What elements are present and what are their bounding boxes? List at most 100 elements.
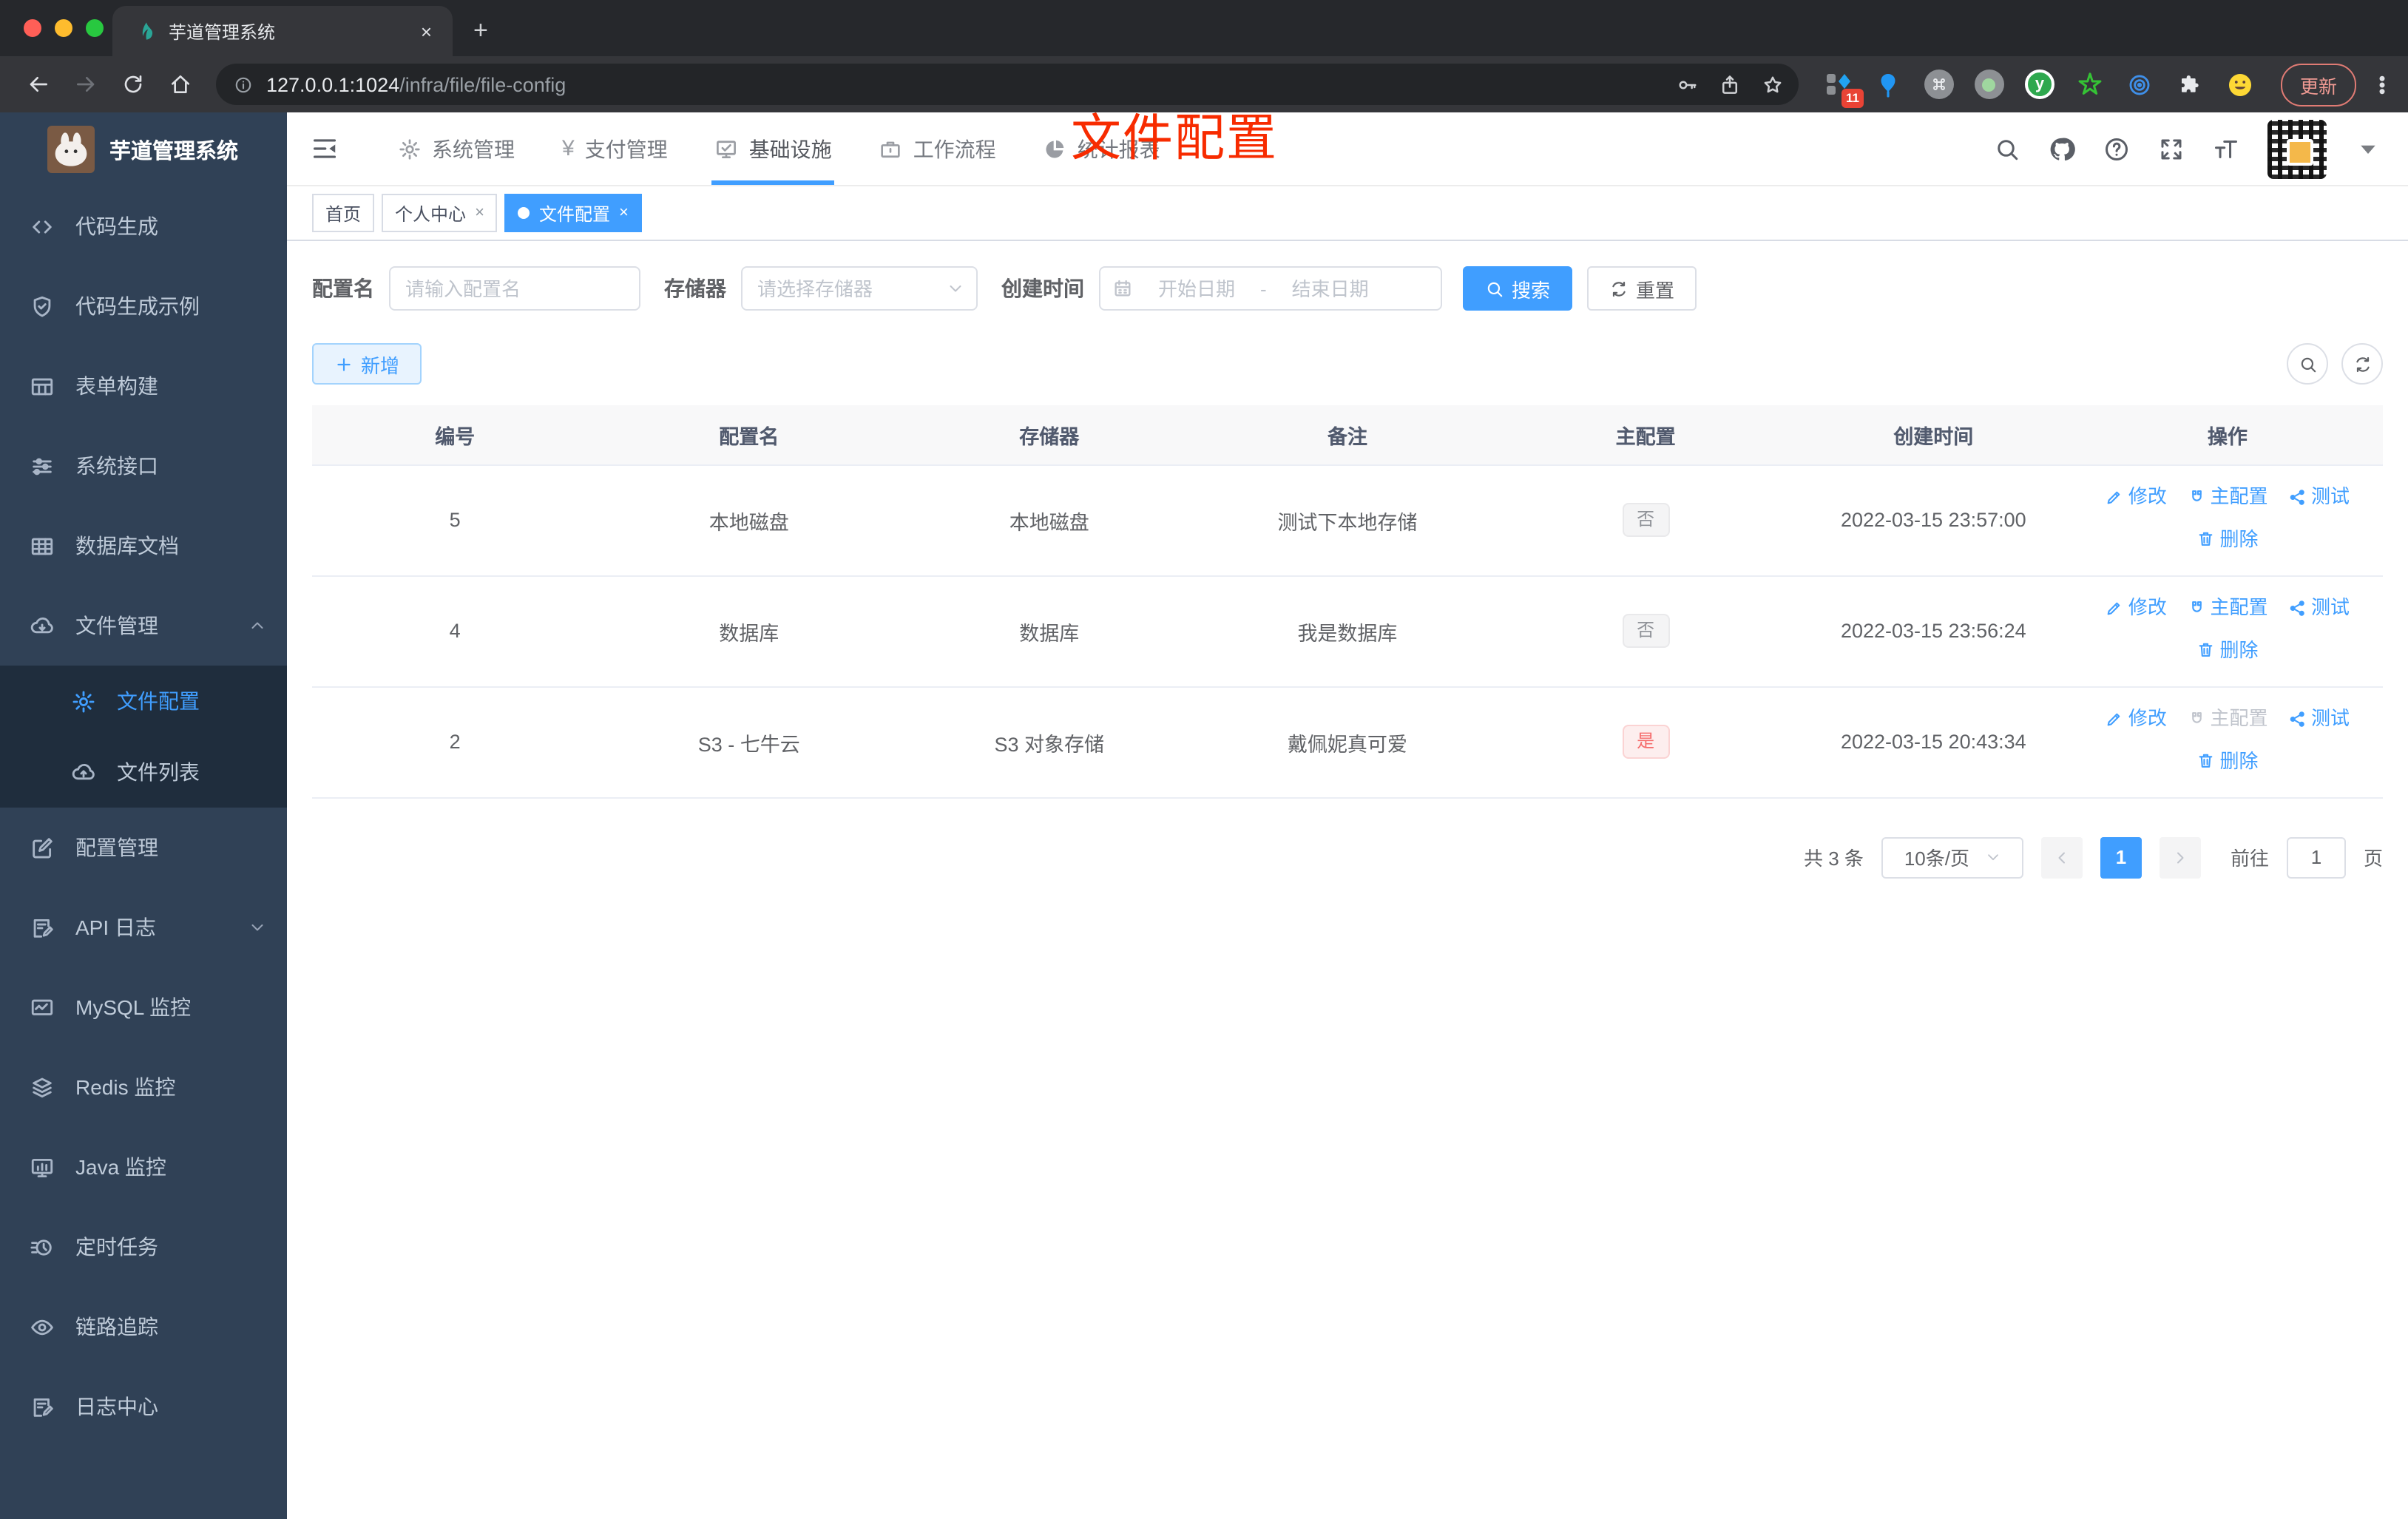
master-config-link[interactable]: 主配置 <box>2187 478 2267 517</box>
sidebar-item-log-center[interactable]: 日志中心 <box>0 1367 287 1447</box>
browser-menu-kebab-icon[interactable] <box>2371 73 2393 95</box>
gear-icon <box>71 689 96 714</box>
back-icon[interactable] <box>18 64 59 105</box>
tag-profile[interactable]: 个人中心 × <box>382 194 498 232</box>
extension-tampermonkey-icon[interactable]: 11 <box>1819 65 1864 108</box>
sidebar-item-code-demo[interactable]: 代码生成示例 <box>0 266 287 346</box>
start-date-input[interactable] <box>1139 277 1254 300</box>
code-icon <box>30 214 55 239</box>
sidebar-item-file-config[interactable]: 文件配置 <box>0 666 287 737</box>
goto-page-input[interactable] <box>2286 836 2346 878</box>
sidebar-item-java-monitor[interactable]: Java 监控 <box>0 1127 287 1207</box>
window-controls[interactable] <box>24 19 104 37</box>
table-header-row: 编号 配置名 存储器 备注 主配置 创建时间 操作 <box>312 405 2383 465</box>
sidebar-item-tracing[interactable]: 链路追踪 <box>0 1287 287 1367</box>
sidebar-item-scheduled-tasks[interactable]: 定时任务 <box>0 1207 287 1287</box>
url-text[interactable]: 127.0.0.1:1024/infra/file/file-config <box>266 73 1655 95</box>
storage-select[interactable] <box>741 266 978 311</box>
delete-link[interactable]: 删除 <box>2196 631 2258 669</box>
tag-file-config[interactable]: 文件配置 × <box>504 194 642 232</box>
date-range-picker[interactable]: - <box>1099 266 1442 311</box>
maximize-window-button[interactable] <box>86 19 104 37</box>
sidebar-item-code-gen[interactable]: 代码生成 <box>0 186 287 266</box>
extension-y-icon[interactable]: y <box>2020 65 2059 104</box>
close-window-button[interactable] <box>24 19 41 37</box>
sidebar-item-api-log[interactable]: API 日志 <box>0 887 287 967</box>
master-config-link[interactable]: 主配置 <box>2187 589 2267 628</box>
tab-close-icon[interactable]: × <box>415 20 438 42</box>
edit-link[interactable]: 修改 <box>2106 700 2167 739</box>
test-link[interactable]: 测试 <box>2288 589 2350 628</box>
end-date-input[interactable] <box>1272 277 1388 300</box>
browser-tab[interactable]: 芋道管理系统 × <box>112 6 453 56</box>
tag-home[interactable]: 首页 <box>312 194 375 232</box>
current-page-button[interactable]: 1 <box>2100 836 2142 878</box>
sidebar-logo[interactable]: 芋道管理系统 <box>0 112 287 186</box>
magnet-icon <box>2187 488 2205 507</box>
extension-target-icon[interactable] <box>2121 65 2160 104</box>
minimize-window-button[interactable] <box>55 19 72 37</box>
sidebar-item-form-builder[interactable]: 表单构建 <box>0 346 287 426</box>
delete-link[interactable]: 删除 <box>2196 520 2258 558</box>
nav-item-system[interactable]: 系统管理 <box>374 112 538 185</box>
reset-button[interactable]: 重置 <box>1587 266 1697 311</box>
reload-icon[interactable] <box>112 64 154 105</box>
extension-gray-dot-icon[interactable] <box>1970 65 2009 104</box>
test-link[interactable]: 测试 <box>2288 478 2350 517</box>
edit-link[interactable]: 修改 <box>2106 478 2167 517</box>
database-grid-icon <box>30 533 55 558</box>
sidebar-item-file-list[interactable]: 文件列表 <box>0 737 287 808</box>
prev-page-button[interactable] <box>2040 836 2083 878</box>
toggle-search-button[interactable] <box>2287 343 2328 385</box>
delete-link[interactable]: 删除 <box>2196 742 2258 780</box>
sidebar-item-mysql-monitor[interactable]: MySQL 监控 <box>0 967 287 1047</box>
nav-item-payment[interactable]: ¥ 支付管理 <box>538 112 691 185</box>
timer-icon <box>30 1234 55 1259</box>
edit-link[interactable]: 修改 <box>2106 589 2167 628</box>
extension-command-icon[interactable] <box>1920 65 1958 104</box>
user-avatar-qr[interactable] <box>2267 119 2327 178</box>
sidebar-collapse-icon[interactable] <box>311 135 339 163</box>
sidebar-item-redis-monitor[interactable]: Redis 监控 <box>0 1047 287 1127</box>
tag-close-icon[interactable]: × <box>619 204 629 222</box>
github-icon[interactable] <box>2049 135 2075 162</box>
cell-storage: 数据库 <box>900 575 1199 687</box>
bookmark-star-icon[interactable] <box>1762 73 1784 95</box>
extensions-puzzle-icon[interactable] <box>2171 65 2210 104</box>
config-name-input[interactable] <box>389 266 640 311</box>
site-info-icon[interactable] <box>234 75 253 94</box>
page-size-select[interactable]: 10条/页 <box>1881 836 2023 878</box>
sidebar-item-db-doc[interactable]: 数据库文档 <box>0 506 287 586</box>
home-icon[interactable] <box>160 64 201 105</box>
browser-update-button[interactable]: 更新 <box>2280 63 2356 106</box>
password-key-icon[interactable] <box>1676 73 1698 95</box>
share-icon[interactable] <box>1719 73 1741 95</box>
avatar-caret-down-icon[interactable] <box>2355 135 2381 162</box>
add-button[interactable]: 新增 <box>312 343 422 385</box>
edit-square-icon <box>30 835 55 860</box>
new-tab-button[interactable]: + <box>473 16 488 46</box>
tag-close-icon[interactable]: × <box>475 204 484 222</box>
refresh-table-button[interactable] <box>2341 343 2383 385</box>
search-icon[interactable] <box>1994 135 2020 162</box>
font-size-icon[interactable] <box>2213 135 2239 162</box>
extension-balloon-icon[interactable] <box>1870 65 1908 104</box>
forward-icon[interactable] <box>65 64 106 105</box>
help-icon[interactable] <box>2103 135 2130 162</box>
profile-avatar-emoji-icon[interactable] <box>2222 65 2260 104</box>
sidebar-item-config-management[interactable]: 配置管理 <box>0 808 287 887</box>
nav-item-infrastructure[interactable]: 基础设施 <box>691 112 856 185</box>
next-page-button[interactable] <box>2159 836 2201 878</box>
search-icon <box>2298 354 2317 373</box>
fullscreen-icon[interactable] <box>2158 135 2185 162</box>
search-button[interactable]: 搜索 <box>1463 266 1573 311</box>
sidebar-submenu-file: 文件配置 文件列表 <box>0 666 287 808</box>
screen-bars-icon <box>30 1154 55 1180</box>
extension-star-icon[interactable] <box>2071 65 2109 104</box>
sidebar-item-file-management[interactable]: 文件管理 <box>0 586 287 666</box>
test-link[interactable]: 测试 <box>2288 700 2350 739</box>
nav-item-workflow[interactable]: 工作流程 <box>856 112 1020 185</box>
sidebar-item-system-api[interactable]: 系统接口 <box>0 426 287 506</box>
briefcase-icon <box>879 137 903 160</box>
address-bar[interactable]: 127.0.0.1:1024/infra/file/file-config <box>216 64 1799 105</box>
